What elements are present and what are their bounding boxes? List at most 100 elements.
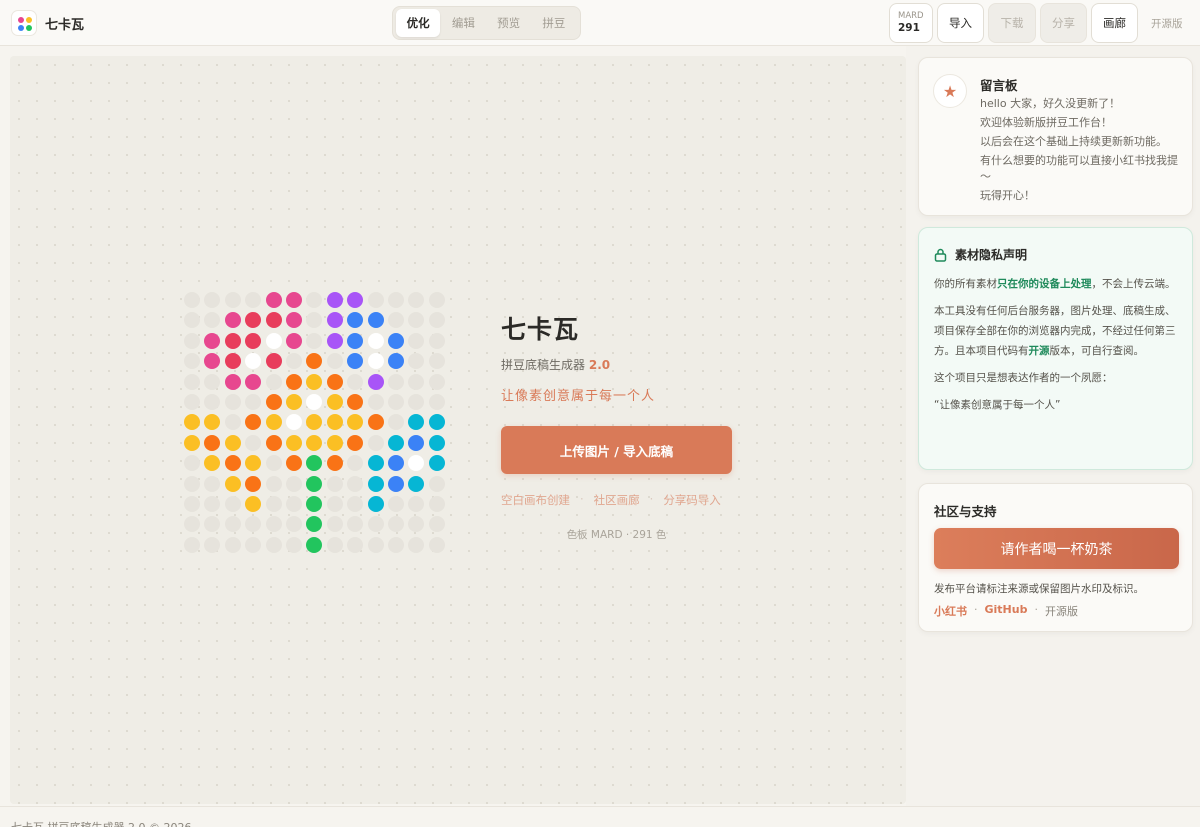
bead [245,332,262,349]
footer-text: 七卡瓦 拼豆底稿生成器 2.0 © 2026 [11,819,191,827]
bead-empty [347,475,364,492]
bead [204,332,221,349]
share-code-import-link[interactable]: 分享码导入 [663,492,721,508]
bead [408,475,425,492]
import-button[interactable]: 导入 [937,3,984,43]
gallery-button[interactable]: 画廊 [1091,3,1138,43]
bead [326,414,343,431]
bead-empty [388,536,404,553]
bead [367,373,384,390]
bead-empty [184,475,200,492]
xiaohongshu-link[interactable]: 小红书 [934,603,967,619]
message-board-card: ★ 留言板 hello 大家，好久没更新了！ 欢迎体验新版拼豆工作台！ 以后会在… [918,57,1193,216]
donate-button[interactable]: 请作者喝一杯奶茶 [934,528,1179,569]
bead [347,394,364,410]
bead [367,475,384,492]
bead-empty [286,496,302,512]
community-gallery-link[interactable]: 社区画廊 [594,492,640,508]
tab-optimize[interactable]: 优化 [396,9,441,37]
open-source-link[interactable]: 开源版 [1151,16,1183,31]
tab-beads[interactable]: 拼豆 [532,9,576,37]
bead-empty [204,496,221,512]
bead [326,455,343,472]
bead [204,434,221,451]
bead-empty [184,496,200,512]
open-source-inline-link[interactable]: 开源 [1029,345,1050,357]
bead [224,312,241,329]
bead-empty [408,353,425,370]
bead [347,312,364,329]
bead [347,414,364,431]
bead [306,516,323,533]
bead-empty [428,332,445,349]
bead [245,496,262,512]
hero-links: 空白画布创建 · 社区画廊 · 分享码导入 [501,492,721,508]
bead [326,394,343,410]
bead [245,373,262,390]
app-logo-icon [11,10,37,36]
bead [286,332,302,349]
download-button[interactable]: 下载 [988,3,1036,43]
bead [245,475,262,492]
bead [347,353,364,370]
brand[interactable]: 七卡瓦 [11,10,84,36]
tab-preview[interactable]: 预览 [487,9,531,37]
bead-empty [286,536,302,553]
app-name: 七卡瓦 [45,17,85,33]
bead [286,312,302,329]
support-card: 社区与支持 请作者喝一杯奶茶 发布平台请标注来源或保留图片水印及标识。 小红书 … [918,483,1193,632]
bead [367,353,384,370]
bead [388,455,404,472]
bead-empty [388,496,404,512]
bead-empty [286,516,302,533]
bead-empty [388,414,404,431]
bead-empty [367,394,384,410]
bead-empty [428,475,445,492]
version-label: 2.0 [588,358,611,372]
bead-empty [428,496,445,512]
bead [245,455,262,472]
bead [286,292,302,308]
bead-empty [347,496,364,512]
bead [265,394,282,410]
palette-selector-button[interactable]: MARD 291 [889,3,933,43]
bead-empty [306,292,323,308]
bead [306,455,323,472]
bead [306,475,323,492]
bead-empty [408,312,425,329]
lock-icon [934,248,947,262]
bead [286,455,302,472]
bead [224,332,241,349]
open-source-version-link[interactable]: 开源版 [1045,603,1078,619]
bead-empty [265,475,282,492]
bead-empty [428,373,445,390]
bead-empty [245,536,262,553]
bead [204,455,221,472]
bead-empty [428,394,445,410]
bead-empty [428,536,445,553]
bead [326,292,343,308]
upload-image-button[interactable]: 上传图片 / 导入底稿 [501,426,732,474]
bead-empty [204,475,221,492]
bead-empty [184,312,200,329]
bead [245,353,262,370]
bead-empty [306,312,323,329]
tab-edit[interactable]: 编辑 [441,9,485,37]
bead [265,332,282,349]
bead-empty [367,292,384,308]
bead-empty [204,373,221,390]
bead [286,414,302,431]
bead-empty [388,394,404,410]
blank-canvas-link[interactable]: 空白画布创建 [501,492,570,508]
bead-empty [408,292,425,308]
bead-empty [286,353,302,370]
side-panel: ★ 留言板 hello 大家，好久没更新了！ 欢迎体验新版拼豆工作台！ 以后会在… [906,46,1200,806]
github-link[interactable]: GitHub [985,603,1028,619]
bead [306,373,323,390]
bead-empty [326,516,343,533]
bead-empty [408,332,425,349]
bead [306,414,323,431]
bead-empty [326,475,343,492]
share-button[interactable]: 分享 [1040,3,1087,43]
bead [326,332,343,349]
